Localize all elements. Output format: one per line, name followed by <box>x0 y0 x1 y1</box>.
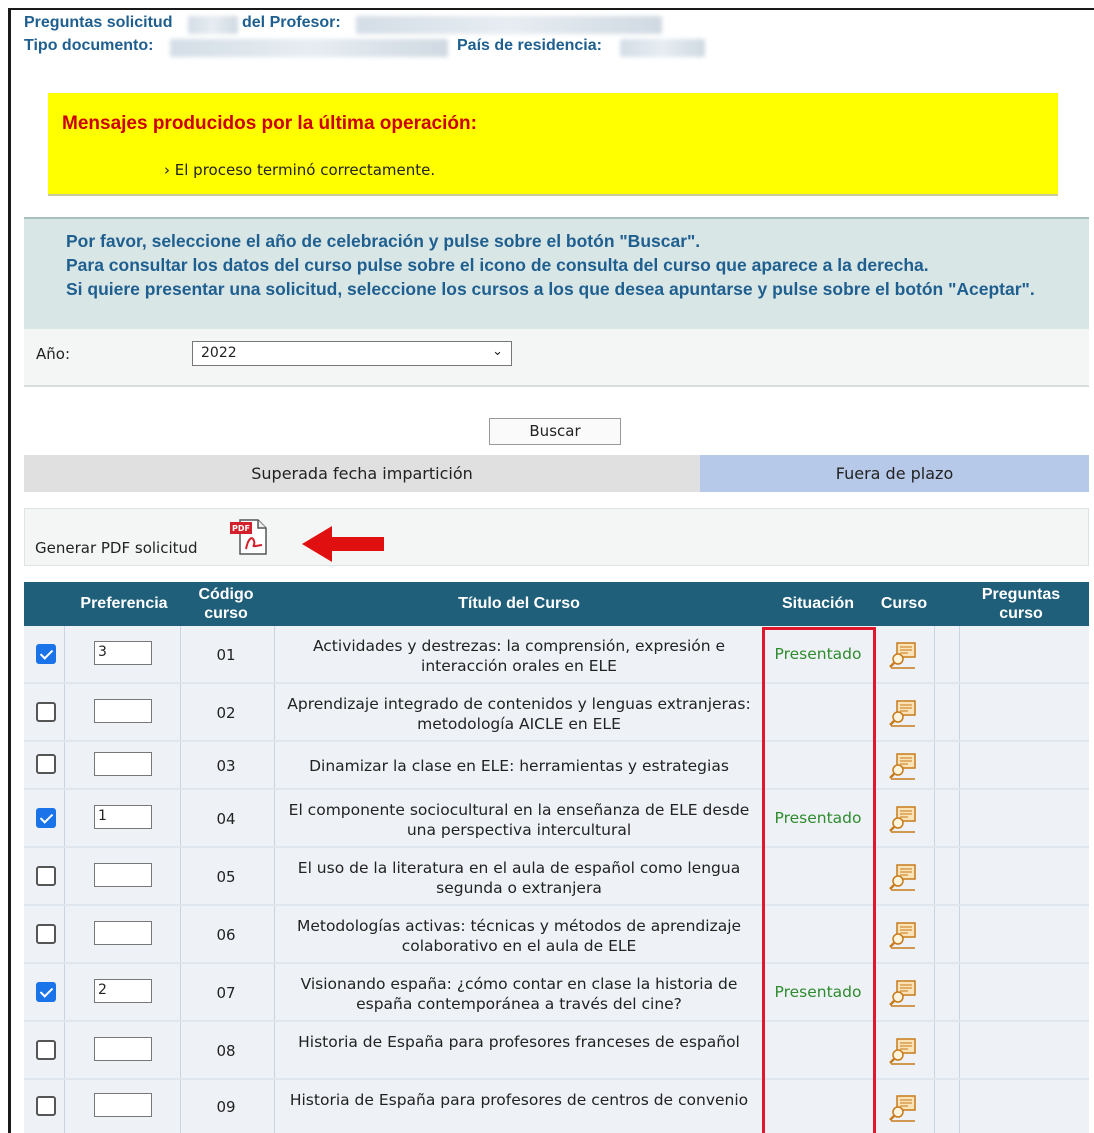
preference-input[interactable] <box>94 699 152 723</box>
row-checkbox[interactable] <box>36 924 56 944</box>
table-row: 09 Historia de España para profesores de… <box>24 1080 1089 1133</box>
pdf-row: Generar PDF solicitud PDF <box>24 508 1089 566</box>
consult-course-icon[interactable] <box>888 863 918 891</box>
header-line1-prefix: Preguntas solicitud <box>24 14 173 31</box>
course-code: 06 <box>216 926 236 944</box>
preference-input[interactable] <box>94 752 152 776</box>
header-line1-mid: del Profesor: <box>242 14 341 31</box>
col-situacion: Situación <box>781 595 854 612</box>
col-preguntas-2: curso <box>999 605 1043 622</box>
window-frame-left <box>8 8 11 1133</box>
course-title: Visionando españa: ¿cómo contar en clase… <box>300 975 738 1013</box>
consult-course-icon[interactable] <box>888 805 918 833</box>
consult-course-icon[interactable] <box>888 1037 918 1065</box>
consult-course-icon[interactable] <box>888 921 918 949</box>
course-title: Historia de España para profesores franc… <box>298 1033 740 1051</box>
consult-course-icon[interactable] <box>888 979 918 1007</box>
course-title: Actividades y destrezas: la comprensión,… <box>312 637 726 675</box>
header-line2-prefix: Tipo documento: <box>24 37 154 54</box>
header-line2-mid: País de residencia: <box>457 37 602 54</box>
course-title: Aprendizaje integrado de contenidos y le… <box>287 695 751 733</box>
preference-input[interactable]: 1 <box>94 805 152 829</box>
instruction-line-2: Para consultar los datos del curso pulse… <box>66 255 929 275</box>
table-row: 1 04 El componente sociocultural en la e… <box>24 790 1089 848</box>
course-code: 05 <box>216 868 236 886</box>
window-frame-top <box>8 8 1094 10</box>
redacted-field <box>170 39 448 57</box>
instructions-box: Por favor, seleccione el año de celebrac… <box>24 217 1089 329</box>
year-select[interactable]: 2022 ⌄ <box>192 341 512 366</box>
col-preguntas: Preguntas <box>981 586 1061 603</box>
table-row: 3 01 Actividades y destrezas: la compren… <box>24 626 1089 684</box>
row-checkbox[interactable] <box>36 808 56 828</box>
course-code: 09 <box>216 1098 236 1116</box>
preference-input[interactable]: 2 <box>94 979 152 1003</box>
row-checkbox[interactable] <box>36 644 56 664</box>
search-button[interactable]: Buscar <box>489 418 621 445</box>
row-checkbox[interactable] <box>36 754 56 774</box>
table-header: Preferencia Código curso Título del Curs… <box>24 582 1089 626</box>
col-titulo: Título del Curso <box>458 595 580 612</box>
redacted-field <box>620 39 705 57</box>
tab-fuera-de-plazo[interactable]: Fuera de plazo <box>700 455 1089 492</box>
message-line: › El proceso terminó correctamente. <box>164 161 436 179</box>
consult-course-icon[interactable] <box>888 752 918 780</box>
preference-input[interactable] <box>94 921 152 945</box>
message-title: Mensajes producidos por la última operac… <box>62 113 477 134</box>
course-code: 07 <box>216 984 236 1002</box>
year-select-value: 2022 <box>201 345 237 361</box>
course-title: Metodologías activas: técnicas y métodos… <box>296 917 742 955</box>
redacted-field <box>356 16 662 34</box>
pdf-icon[interactable]: PDF <box>228 517 270 557</box>
preference-input[interactable] <box>94 863 152 887</box>
course-title: El uso de la literatura en el aula de es… <box>297 859 741 897</box>
row-checkbox[interactable] <box>36 1096 56 1116</box>
instruction-line-1: Por favor, seleccione el año de celebrac… <box>66 231 701 251</box>
year-label: Año: <box>36 345 70 363</box>
course-code: 01 <box>216 646 236 664</box>
row-checkbox[interactable] <box>36 982 56 1002</box>
col-curso: Curso <box>880 595 928 612</box>
preference-input[interactable] <box>94 1093 152 1117</box>
course-code: 02 <box>216 704 236 722</box>
col-codigo-2: curso <box>204 605 248 622</box>
row-checkbox[interactable] <box>36 866 56 886</box>
consult-course-icon[interactable] <box>888 699 918 727</box>
table-row: 06 Metodologías activas: técnicas y méto… <box>24 906 1089 964</box>
year-row: Año: 2022 ⌄ <box>24 329 1089 387</box>
instruction-line-3: Si quiere presentar una solicitud, selec… <box>66 279 1035 299</box>
course-code: 03 <box>216 757 236 775</box>
course-title: Historia de España para profesores de ce… <box>289 1091 749 1109</box>
preference-input[interactable]: 3 <box>94 641 152 665</box>
redacted-field <box>188 16 238 34</box>
row-checkbox[interactable] <box>36 1040 56 1060</box>
table-row: 02 Aprendizaje integrado de contenidos y… <box>24 684 1089 742</box>
situacion-highlight-box <box>762 627 876 1133</box>
course-code: 04 <box>216 810 236 828</box>
svg-text:PDF: PDF <box>232 524 250 533</box>
preference-input[interactable] <box>94 1037 152 1061</box>
table-row: 2 07 Visionando españa: ¿cómo contar en … <box>24 964 1089 1022</box>
row-checkbox[interactable] <box>36 702 56 722</box>
course-title: El componente sociocultural en la enseña… <box>288 801 750 839</box>
consult-course-icon[interactable] <box>888 641 918 669</box>
message-box: Mensajes producidos por la última operac… <box>48 93 1058 196</box>
pdf-label: Generar PDF solicitud <box>35 539 198 557</box>
red-arrow-icon <box>302 526 384 562</box>
chevron-down-icon: ⌄ <box>492 344 503 359</box>
col-preferencia: Preferencia <box>80 595 168 612</box>
table-row: 03 Dinamizar la clase en ELE: herramient… <box>24 742 1089 790</box>
col-codigo: Código <box>198 586 254 603</box>
tab-superada-fecha[interactable]: Superada fecha impartición <box>24 455 700 492</box>
course-title: Dinamizar la clase en ELE: herramientas … <box>309 757 729 775</box>
consult-course-icon[interactable] <box>888 1094 918 1122</box>
course-code: 08 <box>216 1042 236 1060</box>
table-row: 08 Historia de España para profesores fr… <box>24 1022 1089 1080</box>
table-row: 05 El uso de la literatura en el aula de… <box>24 848 1089 906</box>
